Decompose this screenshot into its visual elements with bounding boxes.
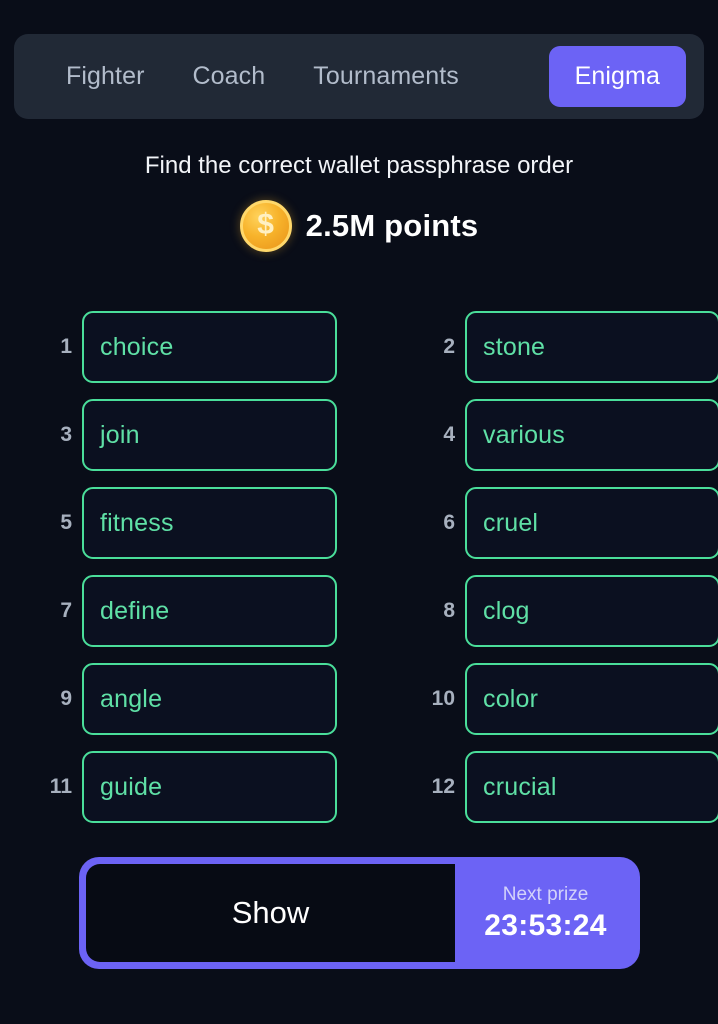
word-slot-6[interactable]: cruel: [465, 487, 718, 559]
word-label: cruel: [483, 508, 539, 537]
tab-fighter[interactable]: Fighter: [42, 46, 169, 107]
tab-tournaments[interactable]: Tournaments: [289, 46, 483, 107]
word-slot-2[interactable]: stone: [465, 311, 718, 383]
word-index: 10: [431, 687, 455, 710]
word-label: clog: [483, 596, 530, 625]
word-cell: 9 angle: [40, 663, 375, 735]
word-slot-4[interactable]: various: [465, 399, 718, 471]
word-label: join: [100, 420, 140, 449]
next-prize-panel[interactable]: Next prize 23:53:24: [455, 857, 640, 969]
word-cell: 10 color: [423, 663, 718, 735]
word-cell: 8 clog: [423, 575, 718, 647]
word-index: 7: [60, 599, 72, 622]
word-cell: 2 stone: [423, 311, 718, 383]
word-slot-5[interactable]: fitness: [82, 487, 337, 559]
word-index: 1: [60, 335, 72, 358]
word-slot-1[interactable]: choice: [82, 311, 337, 383]
word-index: 11: [49, 775, 72, 798]
word-slot-3[interactable]: join: [82, 399, 337, 471]
word-index: 3: [60, 423, 72, 446]
word-label: guide: [100, 772, 163, 801]
word-cell: 1 choice: [40, 311, 375, 383]
word-label: stone: [483, 332, 546, 361]
show-button[interactable]: Show: [86, 864, 455, 962]
word-slot-8[interactable]: clog: [465, 575, 718, 647]
word-cell: 11 guide: [40, 751, 375, 823]
next-prize-label: Next prize: [502, 883, 589, 905]
points-value: 2.5M points: [305, 208, 479, 243]
word-label: crucial: [483, 772, 557, 801]
coin-symbol: $: [257, 208, 274, 241]
word-index: 4: [443, 423, 455, 446]
word-cell: 3 join: [40, 399, 375, 471]
points-row: $ 2.5M points: [0, 200, 718, 252]
word-cell: 7 define: [40, 575, 375, 647]
action-bar: Show Next prize 23:53:24: [79, 857, 640, 969]
main-navigation: Fighter Coach Tournaments Enigma: [14, 34, 704, 119]
word-index: 6: [443, 511, 455, 534]
enigma-screen: Fighter Coach Tournaments Enigma Find th…: [0, 0, 718, 1024]
word-label: fitness: [100, 508, 174, 537]
word-slot-11[interactable]: guide: [82, 751, 337, 823]
word-label: choice: [100, 332, 174, 361]
word-cell: 5 fitness: [40, 487, 375, 559]
word-index: 8: [443, 599, 455, 622]
word-label: angle: [100, 684, 163, 713]
word-slot-12[interactable]: crucial: [465, 751, 718, 823]
word-index: 9: [60, 687, 72, 710]
show-button-label: Show: [231, 895, 310, 930]
word-label: color: [483, 684, 539, 713]
tab-enigma[interactable]: Enigma: [548, 46, 686, 107]
word-cell: 4 various: [423, 399, 718, 471]
coin-dollar-icon: $: [239, 200, 292, 252]
page-subtitle: Find the correct wallet passphrase order: [144, 152, 574, 179]
word-label: various: [483, 420, 565, 449]
word-cell: 6 cruel: [423, 487, 718, 559]
word-slot-7[interactable]: define: [82, 575, 337, 647]
word-slot-10[interactable]: color: [465, 663, 718, 735]
word-index: 12: [431, 775, 455, 798]
tab-coach[interactable]: Coach: [169, 46, 290, 107]
word-index: 2: [443, 335, 455, 358]
passphrase-grid: 1 choice 2 stone 3 join 4 various 5 fitn…: [0, 311, 718, 823]
next-prize-timer: 23:53:24: [484, 908, 607, 942]
word-index: 5: [60, 511, 72, 534]
word-label: define: [100, 596, 170, 625]
word-cell: 12 crucial: [423, 751, 718, 823]
word-slot-9[interactable]: angle: [82, 663, 337, 735]
